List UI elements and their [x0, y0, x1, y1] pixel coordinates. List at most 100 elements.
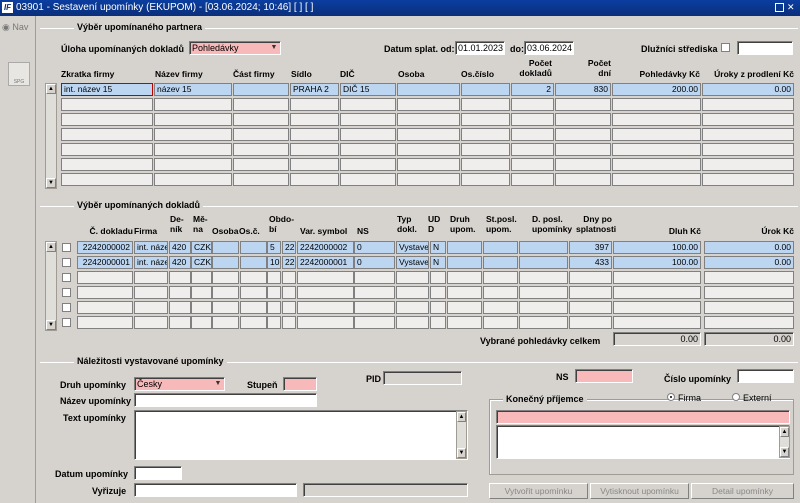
partner-cell[interactable]	[397, 143, 460, 156]
row-checkbox[interactable]	[62, 243, 71, 252]
partner-cell[interactable]	[461, 128, 510, 141]
doc-cell[interactable]	[240, 241, 267, 254]
partner-cell[interactable]	[61, 143, 153, 156]
doc-cell[interactable]: 5	[267, 241, 281, 254]
partner-cell[interactable]	[511, 98, 554, 111]
doc-cell[interactable]	[267, 271, 281, 284]
partner-cell[interactable]	[702, 98, 794, 111]
doc-cell[interactable]: int. náze	[134, 256, 168, 269]
doc-cell[interactable]	[134, 286, 168, 299]
partner-cell[interactable]	[397, 113, 460, 126]
partner-cell[interactable]	[511, 158, 554, 171]
doc-cell[interactable]	[282, 301, 296, 314]
recipient-scrollbar[interactable]: ▲ ▼	[779, 426, 790, 458]
centers-field[interactable]	[737, 41, 793, 55]
doc-cell[interactable]	[191, 316, 212, 329]
row-checkbox[interactable]	[62, 288, 71, 297]
partner-cell[interactable]: int. název 15	[61, 83, 153, 96]
close-icon[interactable]: ✕	[787, 3, 796, 12]
doc-cell[interactable]	[447, 256, 482, 269]
partner-cell[interactable]	[461, 98, 510, 111]
doc-cell[interactable]	[354, 316, 395, 329]
partner-cell[interactable]	[511, 143, 554, 156]
task-select[interactable]: Pohledávky ▼	[189, 41, 281, 55]
doc-cell[interactable]	[77, 286, 133, 299]
partner-cell[interactable]: 830	[555, 83, 611, 96]
doc-cell[interactable]	[396, 271, 429, 284]
doc-cell[interactable]	[447, 301, 482, 314]
partner-cell[interactable]	[397, 173, 460, 186]
partner-cell[interactable]	[461, 173, 510, 186]
doc-cell[interactable]	[134, 301, 168, 314]
doc-cell[interactable]	[212, 271, 239, 284]
partner-cell[interactable]	[461, 158, 510, 171]
partner-cell[interactable]	[340, 98, 396, 111]
doc-cell[interactable]: 2242000002	[77, 241, 133, 254]
doc-cell[interactable]	[354, 301, 395, 314]
partner-cell[interactable]: 200.00	[612, 83, 701, 96]
doc-cell[interactable]	[519, 271, 568, 284]
partner-cell[interactable]	[61, 98, 153, 111]
partner-cell[interactable]	[233, 113, 289, 126]
number-field[interactable]	[737, 369, 794, 383]
partner-cell[interactable]	[461, 83, 510, 96]
doc-cell[interactable]	[297, 316, 354, 329]
partner-cell[interactable]	[612, 128, 701, 141]
partner-cell[interactable]	[511, 128, 554, 141]
doc-cell[interactable]: 0.00	[704, 256, 794, 269]
partner-cell[interactable]	[233, 128, 289, 141]
print-reminder-button[interactable]: Vytisknout upomínku	[590, 483, 689, 499]
doc-cell[interactable]: CZK	[191, 241, 212, 254]
doc-cell[interactable]	[77, 301, 133, 314]
partner-cell[interactable]	[340, 173, 396, 186]
partner-cell[interactable]	[461, 143, 510, 156]
text-scrollbar[interactable]: ▲ ▼	[456, 411, 467, 459]
doc-cell[interactable]	[297, 301, 354, 314]
kind-select[interactable]: Česky ▼	[134, 377, 225, 391]
doc-cell[interactable]	[519, 301, 568, 314]
doc-cell[interactable]: 2242000001	[77, 256, 133, 269]
doc-cell[interactable]: 100.00	[613, 256, 701, 269]
scroll-up-icon[interactable]: ▲	[46, 242, 56, 252]
partner-cell[interactable]	[290, 98, 339, 111]
partner-cell[interactable]: DIČ 15	[340, 83, 396, 96]
partner-cell[interactable]	[290, 113, 339, 126]
partner-cell[interactable]	[154, 173, 232, 186]
partner-cell[interactable]	[154, 158, 232, 171]
create-reminder-button[interactable]: Vytvořit upomínku	[489, 483, 588, 499]
partner-cell[interactable]: název 15	[154, 83, 232, 96]
doc-cell[interactable]: 2242000001	[297, 256, 354, 269]
radio-firm[interactable]	[667, 393, 675, 401]
partner-cell[interactable]	[340, 143, 396, 156]
partner-cell[interactable]	[290, 173, 339, 186]
partner-cell[interactable]	[61, 128, 153, 141]
level-field[interactable]	[283, 377, 317, 391]
doc-cell[interactable]	[240, 301, 267, 314]
doc-cell[interactable]: 397	[569, 241, 612, 254]
doc-cell[interactable]	[430, 271, 446, 284]
doc-cell[interactable]	[267, 316, 281, 329]
doc-cell[interactable]	[354, 286, 395, 299]
doc-cell[interactable]	[430, 286, 446, 299]
text-area[interactable]	[134, 410, 468, 460]
doc-cell[interactable]	[447, 271, 482, 284]
doc-cell[interactable]: 22	[282, 256, 296, 269]
doc-cell[interactable]	[519, 286, 568, 299]
partner-cell[interactable]	[555, 113, 611, 126]
doc-cell[interactable]	[569, 301, 612, 314]
doc-cell[interactable]: 0.00	[704, 241, 794, 254]
partner-cell[interactable]	[233, 143, 289, 156]
partner-cell[interactable]	[233, 173, 289, 186]
partner-cell[interactable]	[340, 128, 396, 141]
partner-cell[interactable]: PRAHA 2	[290, 83, 339, 96]
doc-cell[interactable]	[267, 301, 281, 314]
scroll-down-icon[interactable]: ▼	[457, 448, 466, 458]
partner-cell[interactable]	[555, 98, 611, 111]
due-to-field[interactable]: 03.06.2024	[524, 41, 574, 55]
partner-cell[interactable]	[555, 143, 611, 156]
doc-cell[interactable]	[282, 316, 296, 329]
ns-field[interactable]	[575, 369, 633, 383]
doc-cell[interactable]	[704, 301, 794, 314]
reminder-detail-button[interactable]: Detail upomínky	[691, 483, 794, 499]
doc-cell[interactable]	[282, 271, 296, 284]
